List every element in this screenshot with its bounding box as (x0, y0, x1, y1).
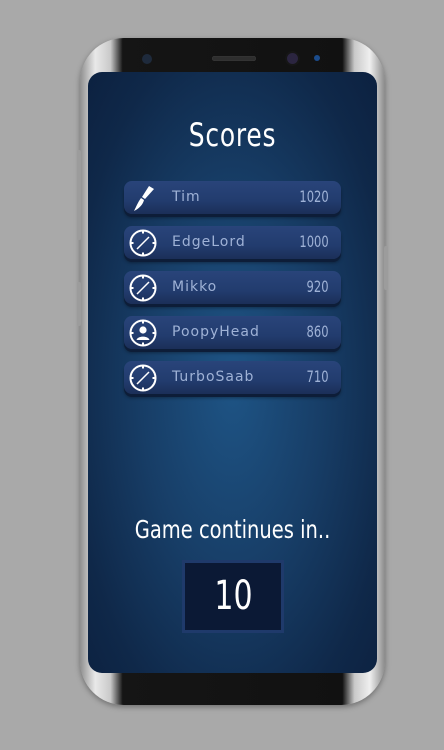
player-score: 860 (307, 322, 329, 341)
countdown-timer: 10 (182, 560, 284, 633)
player-score: 1020 (299, 187, 329, 206)
compass-icon (129, 274, 157, 302)
front-sensor (142, 54, 152, 64)
user-icon (129, 319, 157, 347)
countdown-value: 10 (213, 573, 253, 619)
player-score: 920 (307, 277, 329, 296)
player-name: Tim (172, 189, 201, 205)
left-side-button-upper (77, 150, 81, 240)
player-name: PoopyHead (172, 324, 260, 340)
right-side-button (384, 246, 388, 290)
player-score: 1000 (299, 232, 329, 251)
score-row: EdgeLord 1000 (124, 226, 341, 259)
player-name: Mikko (172, 279, 218, 295)
score-row: PoopyHead 860 (124, 316, 341, 349)
player-score: 710 (307, 367, 329, 386)
player-name: TurboSaab (172, 369, 255, 385)
game-continues-label: Game continues in.. (134, 515, 331, 544)
score-row: Tim 1020 (124, 181, 341, 214)
brush-icon (134, 186, 154, 211)
player-name: EdgeLord (172, 234, 246, 250)
compass-icon (129, 364, 157, 392)
front-camera (287, 53, 298, 64)
compass-icon (129, 229, 157, 257)
page-title: Scores (188, 116, 277, 154)
game-screen: Scores Tim 1020 EdgeLord 1000 Mikko 920 (88, 72, 377, 673)
earpiece-speaker (212, 56, 256, 61)
score-row: Mikko 920 (124, 271, 341, 304)
score-row: TurboSaab 710 (124, 361, 341, 394)
proximity-sensor (314, 55, 320, 61)
left-side-button-lower (77, 282, 81, 326)
